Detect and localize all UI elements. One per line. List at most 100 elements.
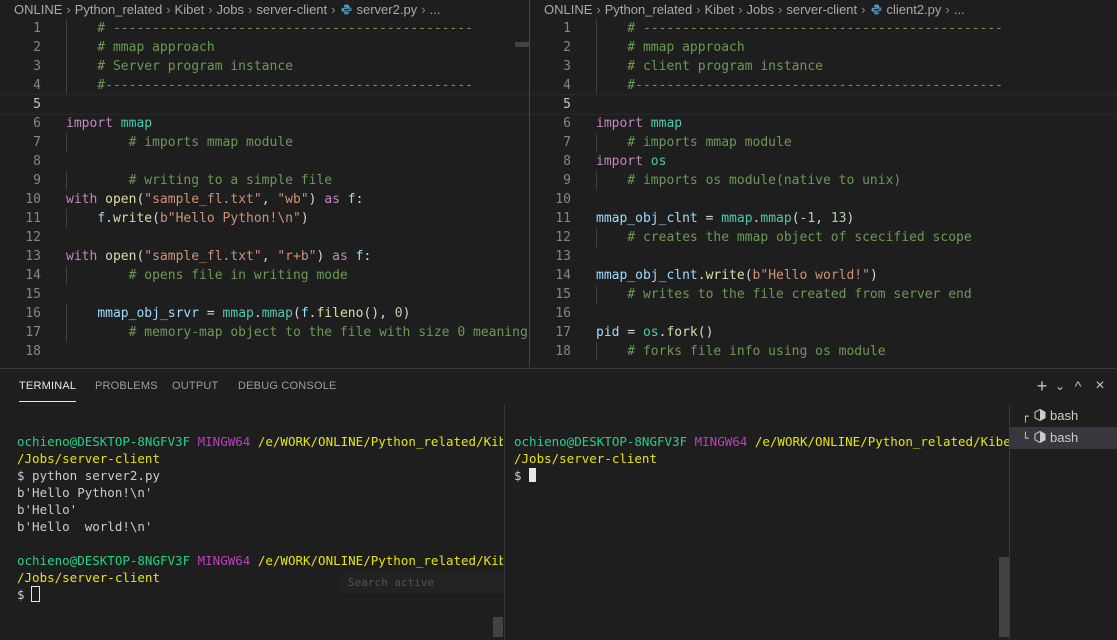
code-token: as xyxy=(324,192,340,207)
code-line[interactable]: 9 # writing to a simple file xyxy=(0,171,529,190)
terminal-name: bash xyxy=(1050,430,1079,445)
code-token: fork xyxy=(666,325,698,340)
line-number: 15 xyxy=(555,287,571,302)
tab-problems[interactable]: PROBLEMS xyxy=(95,380,158,392)
code-token: ( xyxy=(744,268,753,283)
scrollbar-thumb[interactable] xyxy=(515,42,529,47)
code-line[interactable]: 12 # creates the mmap object of scecifie… xyxy=(530,228,1117,247)
breadcrumb-item[interactable]: Jobs xyxy=(747,2,774,17)
code-area[interactable]: 1 # ------------------------------------… xyxy=(0,19,529,367)
editor-pane-server[interactable]: ONLINE › Python_related › Kibet › Jobs › server-… xyxy=(0,0,529,367)
code-line[interactable]: 17 # memory-map object to the file with … xyxy=(0,323,529,342)
code-line[interactable]: 9 # imports os module(native to unix) xyxy=(530,171,1117,190)
code-line[interactable]: 8 xyxy=(0,152,529,171)
plus-icon[interactable]: + xyxy=(1031,375,1053,397)
code-line[interactable]: 7 # imports mmap module xyxy=(530,133,1117,152)
breadcrumb-file[interactable]: server2.py xyxy=(356,2,417,17)
breadcrumb-item[interactable]: Python_related xyxy=(75,2,162,17)
code-text: # forks file info using os module xyxy=(596,342,886,361)
code-line[interactable]: 2 # mmap approach xyxy=(530,38,1117,57)
terminal-list-item[interactable]: ┌ bash xyxy=(1010,405,1117,427)
code-line[interactable]: 8 import os xyxy=(530,152,1117,171)
tab-debug-console[interactable]: DEBUG CONSOLE xyxy=(238,380,337,392)
code-token: # forks file info using os module xyxy=(596,344,886,359)
code-line[interactable]: 16 xyxy=(530,304,1117,323)
code-line[interactable]: 14 mmap_obj_clnt.write(b"Hello world!") xyxy=(530,266,1117,285)
breadcrumb-symbol[interactable]: ... xyxy=(430,2,441,17)
code-line[interactable]: 6 import mmap xyxy=(0,114,529,133)
code-line[interactable]: 13 xyxy=(530,247,1117,266)
breadcrumb-item[interactable]: ONLINE xyxy=(14,2,62,17)
code-line[interactable]: 3 # Server program instance xyxy=(0,57,529,76)
chevron-down-icon[interactable]: ⌄ xyxy=(1053,375,1067,397)
breadcrumb-item[interactable]: Python_related xyxy=(605,2,692,17)
code-line[interactable]: 18 xyxy=(0,342,529,361)
code-line[interactable]: 3 # client program instance xyxy=(530,57,1117,76)
code-line[interactable]: 17 pid = os.fork() xyxy=(530,323,1117,342)
code-line[interactable]: 5 xyxy=(0,94,529,115)
code-token: # --------------------------------------… xyxy=(66,21,473,36)
terminal-client[interactable]: ochieno@DESKTOP-8NGFV3F MINGW64 /e/WORK/… xyxy=(504,405,1009,640)
close-icon[interactable]: × xyxy=(1089,375,1111,397)
code-text: # mmap approach xyxy=(596,38,744,57)
editor-scrollbar[interactable] xyxy=(515,19,529,367)
code-line[interactable]: 10 with open("sample_fl.txt", "wb") as f: xyxy=(0,190,529,209)
terminal-scrollbar-thumb[interactable] xyxy=(493,617,503,637)
code-token: import xyxy=(596,154,643,169)
chevron-right-icon: › xyxy=(945,2,950,17)
breadcrumb-item[interactable]: Kibet xyxy=(705,2,735,17)
code-line[interactable]: 14 # opens file in writing mode xyxy=(0,266,529,285)
tab-terminal[interactable]: TERMINAL xyxy=(19,380,77,402)
breadcrumb-item[interactable]: server-client xyxy=(256,2,327,17)
editor-pane-client[interactable]: ONLINE › Python_related › Kibet › Jobs › server-… xyxy=(530,0,1117,367)
code-line[interactable]: 15 xyxy=(0,285,529,304)
breadcrumb-symbol[interactable]: ... xyxy=(954,2,965,17)
code-line[interactable]: 12 xyxy=(0,228,529,247)
code-line[interactable]: 4 #-------------------------------------… xyxy=(0,76,529,95)
code-token: , xyxy=(815,211,831,226)
line-number: 5 xyxy=(33,97,41,112)
prompt-symbol: $ xyxy=(17,468,25,483)
tab-output[interactable]: OUTPUT xyxy=(172,380,218,392)
terminal-bash-icon xyxy=(1034,431,1046,443)
code-line[interactable]: 6 import mmap xyxy=(530,114,1117,133)
line-number: 12 xyxy=(25,230,41,245)
terminal-server[interactable]: Search active ochieno@DESKTOP-8NGFV3F MI… xyxy=(0,405,503,640)
maximize-icon[interactable]: ^ xyxy=(1067,375,1089,397)
code-line[interactable]: 10 xyxy=(530,190,1117,209)
breadcrumb-item[interactable]: Kibet xyxy=(175,2,205,17)
code-token: mmap xyxy=(261,306,293,321)
chevron-right-icon: › xyxy=(861,2,866,17)
code-line[interactable]: 11 mmap_obj_clnt = mmap.mmap(-1, 13) xyxy=(530,209,1117,228)
code-line[interactable]: 2 # mmap approach xyxy=(0,38,529,57)
code-token: os xyxy=(650,154,667,169)
code-token: = xyxy=(619,325,643,340)
code-line[interactable]: 4 #-------------------------------------… xyxy=(530,76,1117,95)
breadcrumb-item[interactable]: Jobs xyxy=(217,2,244,17)
breadcrumb-item[interactable]: ONLINE xyxy=(544,2,592,17)
code-area[interactable]: 1 # ------------------------------------… xyxy=(530,19,1117,367)
code-line[interactable]: 1 # ------------------------------------… xyxy=(0,19,529,38)
code-line[interactable]: 5 xyxy=(530,94,1117,115)
code-line[interactable]: 1 # ------------------------------------… xyxy=(530,19,1117,38)
code-line[interactable]: 7 # imports mmap module xyxy=(0,133,529,152)
code-line[interactable]: 16 mmap_obj_srvr = mmap.mmap(f.fileno(),… xyxy=(0,304,529,323)
code-line[interactable]: 15 # writes to the file created from ser… xyxy=(530,285,1117,304)
code-line[interactable]: 18 # forks file info using os module xyxy=(530,342,1117,361)
code-line[interactable]: 11 f.write(b"Hello Python!\n") xyxy=(0,209,529,228)
line-number: 4 xyxy=(33,78,41,93)
breadcrumb-item[interactable]: server-client xyxy=(786,2,857,17)
terminal-scrollbar-thumb[interactable] xyxy=(999,557,1009,637)
terminal-list-item[interactable]: └ bash xyxy=(1010,427,1117,449)
code-token: mmap xyxy=(222,306,254,321)
code-line[interactable]: 13 with open("sample_fl.txt", "r+b") as f… xyxy=(0,247,529,266)
code-text: mmap_obj_clnt.write(b"Hello world!") xyxy=(596,266,878,285)
line-number: 11 xyxy=(555,211,571,226)
code-token: ) xyxy=(846,211,855,226)
code-token: write xyxy=(112,211,153,226)
code-token: "r+b" xyxy=(277,249,317,264)
breadcrumb-file[interactable]: client2.py xyxy=(886,2,941,17)
code-token: # imports os module(native to unix) xyxy=(596,173,902,188)
line-number: 1 xyxy=(563,21,571,36)
